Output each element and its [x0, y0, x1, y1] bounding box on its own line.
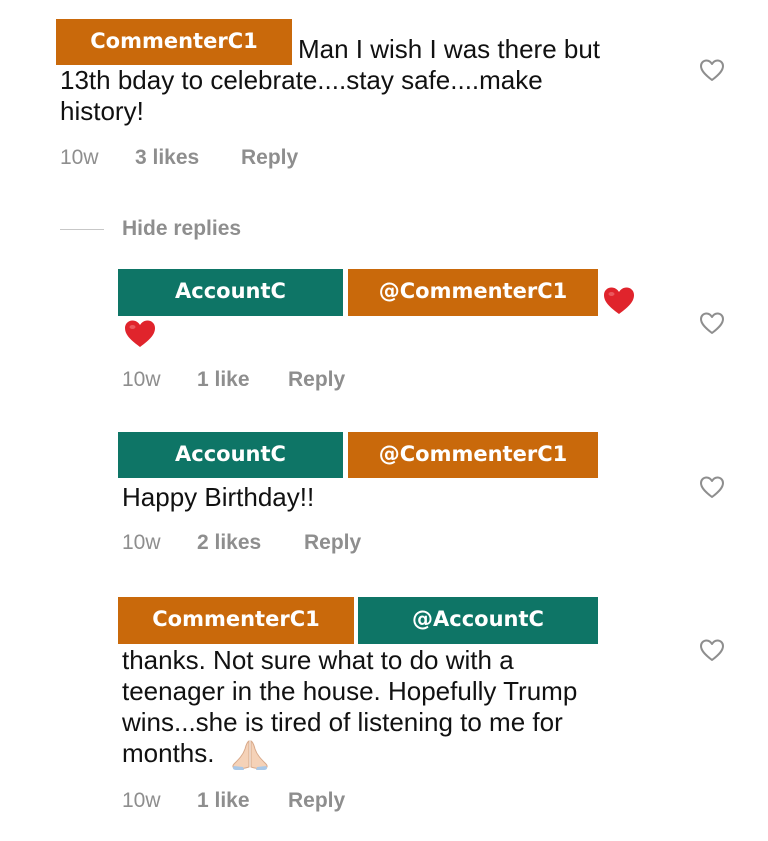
reply-text-line: thanks. Not sure what to do with a: [122, 645, 514, 675]
hide-replies-button[interactable]: Hide replies: [122, 216, 241, 242]
comment-timestamp: 10w: [60, 146, 99, 169]
praying-hands-emoji: [232, 740, 268, 770]
hide-replies-divider: [60, 229, 104, 230]
reply-text-line: wins...she is tired of listening to me f…: [122, 707, 563, 737]
reply-likes-count[interactable]: 2 likes: [197, 530, 261, 556]
reply-author-name: CommenterC1: [152, 607, 320, 631]
reply-author-tag[interactable]: CommenterC1: [118, 597, 354, 644]
reply-timestamp: 10w: [122, 531, 161, 554]
reply-author-name: AccountC: [175, 279, 286, 303]
reply-mention-tag[interactable]: @AccountC: [358, 597, 598, 644]
heart-outline-icon[interactable]: [699, 58, 725, 82]
comment-text-line: history!: [60, 96, 144, 126]
reply-mention-text: @CommenterC1: [378, 441, 568, 466]
heart-outline-icon[interactable]: [699, 475, 725, 499]
comment-author-tag[interactable]: CommenterC1: [56, 19, 292, 65]
reply-author-name: AccountC: [175, 441, 286, 466]
reply-reply-button[interactable]: Reply: [304, 530, 361, 556]
reply-reply-button[interactable]: Reply: [288, 367, 345, 393]
reply-mention-tag[interactable]: @CommenterC1: [348, 269, 598, 316]
reply-author-tag[interactable]: AccountC: [118, 269, 343, 316]
reply-mention-text: @AccountC: [412, 607, 544, 631]
red-heart-emoji: [125, 320, 155, 347]
reply-likes-count[interactable]: 1 like: [197, 367, 250, 393]
reply-timestamp: 10w: [122, 368, 161, 391]
heart-outline-icon[interactable]: [699, 638, 725, 662]
reply-likes-count[interactable]: 1 like: [197, 788, 250, 814]
heart-outline-icon[interactable]: [699, 311, 725, 335]
comment-text-line: 13th bday to celebrate....stay safe....m…: [60, 65, 543, 95]
red-heart-emoji: [604, 287, 634, 314]
comment-text-line: Man I wish I was there but: [298, 34, 601, 64]
reply-text-line: teenager in the house. Hopefully Trump: [122, 676, 578, 706]
reply-timestamp: 10w: [122, 789, 161, 812]
reply-text: Happy Birthday!!: [122, 482, 315, 512]
comment-author-name: CommenterC1: [90, 28, 258, 53]
reply-text-line: months.: [122, 738, 215, 768]
reply-reply-button[interactable]: Reply: [288, 788, 345, 814]
comment-likes-count[interactable]: 3 likes: [135, 145, 199, 171]
reply-mention-text: @CommenterC1: [378, 279, 568, 303]
reply-mention-tag[interactable]: @CommenterC1: [348, 432, 598, 478]
reply-author-tag[interactable]: AccountC: [118, 432, 343, 478]
comment-reply-button[interactable]: Reply: [241, 145, 298, 171]
